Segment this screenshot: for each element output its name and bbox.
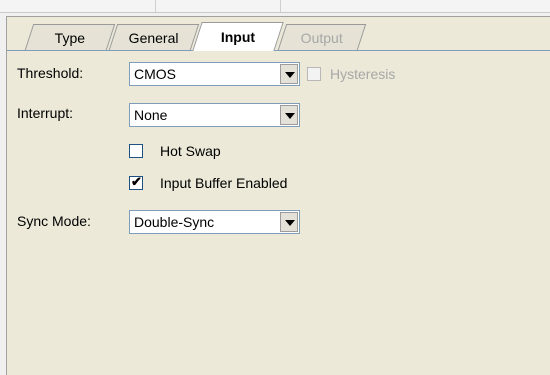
input-buffer-enabled-label: Input Buffer Enabled (160, 175, 288, 191)
tab-input-label: Input (220, 29, 255, 45)
sync-mode-value: Double-Sync (134, 214, 215, 230)
properties-panel: Type General Input Output Threshold: CMO… (6, 16, 550, 375)
hot-swap-checkbox[interactable] (129, 144, 143, 158)
input-buffer-enabled-checkbox[interactable]: ✔ (129, 174, 143, 190)
tab-input[interactable]: Input (192, 22, 284, 51)
hysteresis-label: Hysteresis (330, 66, 396, 82)
chevron-down-icon (285, 113, 295, 119)
tab-strip-baseline (7, 50, 550, 51)
sync-mode-dropdown-button[interactable] (280, 212, 298, 232)
tab-type[interactable]: Type (24, 24, 116, 50)
sync-mode-dropdown[interactable]: Double-Sync (129, 210, 300, 234)
interrupt-dropdown-button[interactable] (280, 105, 298, 125)
threshold-value: CMOS (134, 66, 176, 82)
tab-general-label: General (128, 29, 179, 46)
tab-output: Output (277, 24, 367, 50)
tab-output-label: Output (300, 29, 343, 46)
threshold-dropdown[interactable]: CMOS (129, 62, 300, 86)
sync-mode-label: Sync Mode: (17, 213, 91, 229)
top-toolbar-strip (0, 0, 550, 13)
toolbar-separator (155, 0, 156, 12)
chevron-down-icon (285, 72, 295, 78)
hot-swap-label: Hot Swap (160, 143, 221, 159)
checkmark-icon: ✔ (131, 174, 142, 189)
tab-general[interactable]: General (108, 24, 200, 50)
tab-type-label: Type (54, 29, 86, 46)
interrupt-label: Interrupt: (17, 105, 74, 121)
threshold-dropdown-button[interactable] (280, 64, 298, 84)
interrupt-value: None (134, 107, 168, 123)
hysteresis-checkbox (307, 67, 321, 81)
chevron-down-icon (285, 220, 295, 226)
toolbar-separator (280, 0, 281, 12)
threshold-label: Threshold: (17, 65, 84, 81)
interrupt-dropdown[interactable]: None (129, 103, 300, 127)
